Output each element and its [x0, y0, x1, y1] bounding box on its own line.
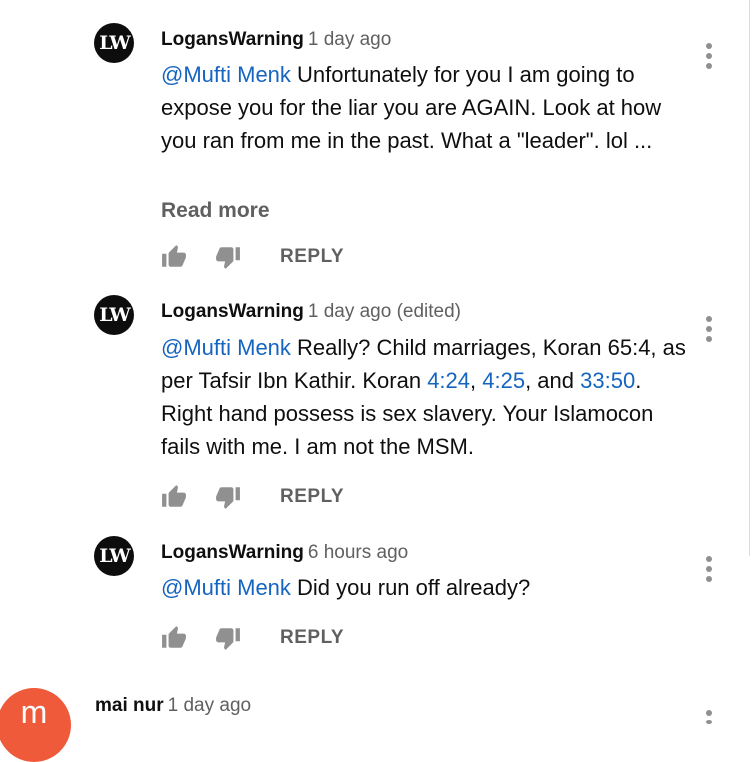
- thumbs-down-icon[interactable]: [215, 484, 241, 510]
- avatar[interactable]: LW: [94, 23, 134, 63]
- avatar[interactable]: m: [0, 688, 71, 762]
- comment-header: mai nur 1 day ago: [95, 694, 251, 718]
- timestamp-link[interactable]: 4:25: [482, 368, 525, 393]
- reply-button[interactable]: REPLY: [280, 486, 344, 508]
- author-name[interactable]: LogansWarning: [161, 542, 304, 563]
- reply-button[interactable]: REPLY: [280, 627, 344, 649]
- author-name[interactable]: LogansWarning: [161, 301, 304, 322]
- comment-header: LogansWarning 6 hours ago: [161, 541, 408, 565]
- comment-time[interactable]: 6 hours ago: [308, 542, 408, 563]
- reply-button[interactable]: REPLY: [280, 246, 344, 268]
- author-name[interactable]: mai nur: [95, 695, 164, 716]
- comment-text: @Mufti Menk Really? Child marriages, Kor…: [161, 331, 691, 463]
- avatar[interactable]: LW: [94, 536, 134, 576]
- comment-time[interactable]: 1 day ago: [168, 695, 251, 716]
- comment-text: @Mufti Menk Did you run off already?: [161, 571, 691, 604]
- separator: ,: [470, 368, 483, 393]
- comment-actions: REPLY: [161, 244, 361, 272]
- timestamp-link[interactable]: 33:50: [580, 368, 635, 393]
- mention-link[interactable]: @Mufti Menk: [161, 575, 291, 600]
- thumbs-up-icon[interactable]: [161, 625, 187, 651]
- timestamp-link[interactable]: 4:24: [427, 368, 470, 393]
- mention-link[interactable]: @Mufti Menk: [161, 335, 291, 360]
- separator: , and: [525, 368, 581, 393]
- read-more-button[interactable]: Read more: [161, 199, 270, 223]
- thumbs-up-icon[interactable]: [161, 484, 187, 510]
- more-vertical-icon[interactable]: [705, 556, 713, 584]
- comment-body: Did you run off already?: [290, 575, 531, 600]
- thumbs-up-icon[interactable]: [161, 244, 187, 270]
- comment-time[interactable]: 1 day ago (edited): [308, 301, 461, 322]
- mention-link[interactable]: @Mufti Menk: [161, 62, 291, 87]
- author-name[interactable]: LogansWarning: [161, 29, 304, 50]
- more-vertical-icon[interactable]: [705, 710, 713, 724]
- comment-text: @Mufti Menk Unfortunately for you I am g…: [161, 58, 691, 157]
- comment-header: LogansWarning 1 day ago: [161, 28, 391, 52]
- thumbs-down-icon[interactable]: [215, 244, 241, 270]
- scrollbar-edge: [749, 0, 750, 556]
- more-vertical-icon[interactable]: [705, 43, 713, 71]
- comment-time[interactable]: 1 day ago: [308, 29, 391, 50]
- avatar[interactable]: LW: [94, 295, 134, 335]
- more-vertical-icon[interactable]: [705, 316, 713, 344]
- comment-header: LogansWarning 1 day ago (edited): [161, 300, 461, 324]
- comment-actions: REPLY: [161, 484, 361, 512]
- thumbs-down-icon[interactable]: [215, 625, 241, 651]
- comment-actions: REPLY: [161, 625, 361, 653]
